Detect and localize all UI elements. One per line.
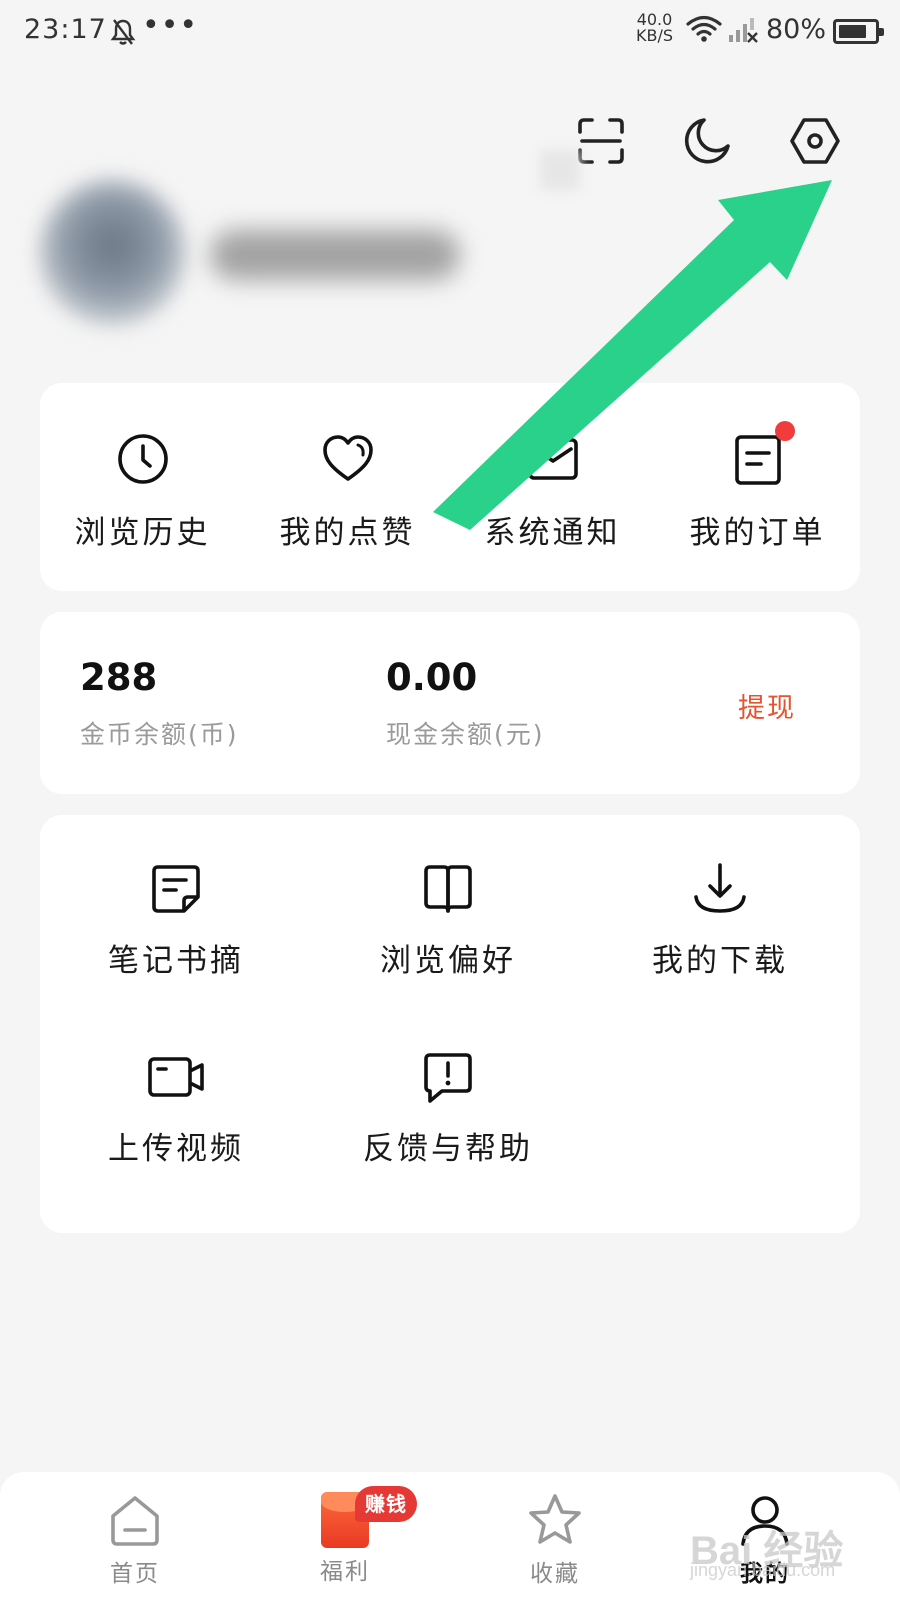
downloads-label: 我的下载 (652, 943, 788, 979)
feedback-icon (424, 1053, 472, 1103)
cash-balance-value: 0.00 (386, 656, 478, 699)
upload-video-button[interactable]: 上传视频 (40, 1047, 312, 1168)
quick-actions-card: 浏览历史 我的点赞 系统通知 我的订单 (40, 383, 860, 591)
nav-home-label: 首页 (110, 1561, 160, 1587)
night-mode-icon[interactable] (680, 114, 734, 168)
status-time: 23:17 (24, 14, 107, 45)
book-icon (424, 865, 472, 913)
wifi-icon (686, 15, 722, 42)
battery-level (839, 25, 866, 38)
nav-home[interactable]: 首页 (45, 1490, 225, 1588)
network-speed: 40.0 KB/S (636, 12, 673, 44)
battery-tip (879, 28, 884, 36)
avatar[interactable] (40, 180, 185, 325)
downloads-button[interactable]: 我的下载 (584, 859, 856, 980)
mail-icon (527, 438, 578, 480)
settings-icon[interactable] (788, 114, 842, 168)
notifications-label: 系统通知 (484, 515, 621, 551)
status-bar: 23:17 ••• 40.0 KB/S 80% (0, 0, 900, 64)
upload-video-label: 上传视频 (108, 1131, 244, 1167)
likes-label: 我的点赞 (279, 515, 416, 551)
home-icon (111, 1496, 159, 1546)
nav-welfare-label: 福利 (320, 1559, 370, 1585)
username-blurred (210, 230, 460, 280)
wallet-card: 288 金币余额(币) 0.00 现金余额(元) 提现 (40, 612, 860, 794)
notes-button[interactable]: 笔记书摘 (40, 859, 312, 980)
profile-header[interactable] (20, 150, 580, 360)
battery-icon (833, 19, 884, 44)
scan-icon[interactable] (574, 114, 628, 168)
orders-button[interactable]: 我的订单 (655, 421, 860, 552)
nav-favorites[interactable]: 收藏 (465, 1490, 645, 1588)
preferences-label: 浏览偏好 (380, 943, 516, 979)
network-speed-unit: KB/S (636, 26, 674, 45)
history-button[interactable]: 浏览历史 (40, 429, 245, 552)
tools-card: 笔记书摘 浏览偏好 我的下载 上传视频 反馈与帮助 (40, 815, 860, 1233)
cash-balance[interactable]: 0.00 现金余额(元) (386, 656, 545, 751)
video-camera-icon (148, 1057, 204, 1097)
download-icon (694, 863, 746, 913)
watermark-url: jingyan.baidu.com (690, 1560, 836, 1580)
notifications-button[interactable]: 系统通知 (450, 429, 655, 552)
history-label: 浏览历史 (74, 515, 211, 551)
profile-decoration (540, 150, 580, 190)
notes-icon (152, 865, 200, 913)
unread-dot (775, 421, 795, 441)
nav-favorites-label: 收藏 (530, 1561, 580, 1587)
nav-welfare[interactable]: 赚钱 福利 (255, 1486, 435, 1586)
battery-percent: 80% (766, 14, 827, 45)
more-notifications-icon: ••• (142, 8, 199, 43)
cell-signal-icon (729, 18, 758, 43)
notes-label: 笔记书摘 (108, 943, 244, 979)
coin-balance-value: 288 (80, 656, 158, 699)
star-icon (529, 1494, 581, 1544)
likes-button[interactable]: 我的点赞 (245, 429, 450, 552)
mute-bell-icon (110, 19, 136, 45)
clock-icon (117, 434, 168, 484)
coin-balance-label: 金币余额(币) (80, 720, 239, 749)
coin-balance[interactable]: 288 金币余额(币) (80, 656, 239, 751)
feedback-label: 反馈与帮助 (363, 1131, 533, 1167)
orders-label: 我的订单 (689, 515, 826, 551)
withdraw-button[interactable]: 提现 (738, 686, 796, 725)
earn-badge: 赚钱 (355, 1486, 417, 1522)
preferences-button[interactable]: 浏览偏好 (312, 859, 584, 980)
heart-icon (322, 435, 373, 481)
feedback-button[interactable]: 反馈与帮助 (312, 1047, 584, 1168)
cash-balance-label: 现金余额(元) (386, 720, 545, 749)
